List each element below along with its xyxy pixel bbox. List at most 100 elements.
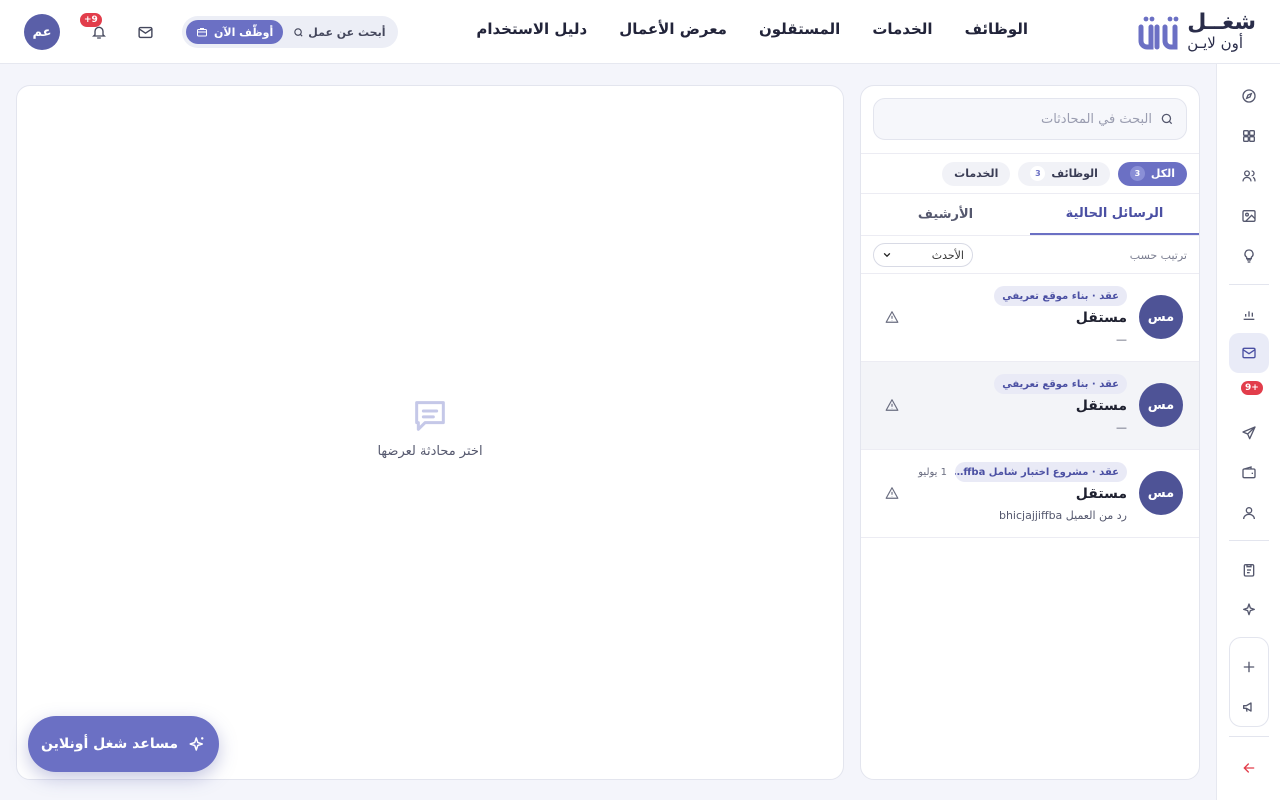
- user-avatar[interactable]: عم: [24, 14, 60, 50]
- conversation-name: مستقل: [1075, 486, 1127, 502]
- header-actions: عم +9 أوظّف الآن أبحث عن عمل: [24, 13, 398, 50]
- warning-icon[interactable]: [885, 486, 899, 500]
- assistant-button[interactable]: مساعد شغل أونلاين: [28, 716, 219, 772]
- arrow-left-icon: [1243, 763, 1255, 773]
- rail-explore[interactable]: [1229, 76, 1269, 116]
- clipboard-icon: [1243, 564, 1255, 577]
- nav-user-guide[interactable]: دليل الاستخدام: [476, 20, 587, 38]
- bar-chart-icon: [1243, 311, 1255, 320]
- send-icon: [1242, 426, 1256, 440]
- find-job-label: أبحث عن عمل: [308, 25, 386, 39]
- conversation-search-input[interactable]: [892, 111, 1152, 127]
- logo-mark-icon: [1138, 16, 1179, 49]
- sort-value: الأحدث: [931, 248, 964, 262]
- briefcase-icon: [197, 28, 207, 37]
- rail-announce[interactable]: [1229, 687, 1269, 727]
- conversation-item[interactable]: مس عقد · مشروع اختبار شامل ffba… 1 يوليو…: [861, 450, 1199, 538]
- tab-current-messages[interactable]: الرسائل الحالية: [1030, 194, 1199, 235]
- nav-portfolio[interactable]: معرض الأعمال: [619, 20, 727, 38]
- top-header: شغــل أون لايـن الوظائف الخدمات المستقلو…: [0, 0, 1280, 64]
- chat-panel: اختر محادثة لعرضها: [16, 85, 844, 780]
- side-rail: +9: [1216, 64, 1280, 800]
- rail-stats[interactable]: [1229, 294, 1269, 334]
- conversation-filters: الكل 3 الوظائف 3 الخدمات: [861, 153, 1199, 194]
- conversation-item[interactable]: مس عقد · بناء موقع تعريفي مستقل —: [861, 274, 1199, 362]
- rail-notifications[interactable]: +9: [1229, 370, 1269, 410]
- filter-services-label: الخدمات: [954, 167, 999, 180]
- rail-ai[interactable]: [1229, 590, 1269, 630]
- hire-now-button[interactable]: أوظّف الآن: [186, 20, 284, 44]
- search-icon: [1161, 113, 1173, 125]
- users-icon: [1242, 170, 1256, 182]
- warning-icon[interactable]: [885, 398, 899, 412]
- main-nav: الوظائف الخدمات المستقلون معرض الأعمال د…: [476, 20, 1028, 38]
- conversations-panel: الكل 3 الوظائف 3 الخدمات الرسائل الحالية…: [860, 85, 1200, 780]
- sort-label: ترتيب حسب: [1129, 248, 1187, 262]
- conversation-date: 1 يوليو: [918, 466, 947, 478]
- megaphone-icon: [1243, 702, 1252, 712]
- conversation-avatar: مس: [1139, 383, 1183, 427]
- chevron-down-icon: [883, 253, 891, 258]
- rail-dashboard[interactable]: [1229, 116, 1269, 156]
- rail-add[interactable]: [1229, 647, 1269, 687]
- rail-wallet[interactable]: [1229, 453, 1269, 493]
- rail-ideas[interactable]: [1229, 236, 1269, 276]
- conversation-preview: —: [1116, 333, 1127, 346]
- filter-all[interactable]: الكل 3: [1117, 161, 1187, 186]
- conversation-avatar: مس: [1139, 295, 1183, 339]
- messages-button[interactable]: [134, 21, 156, 43]
- conversation-preview: رد من العميل bhicjajjiffba: [998, 509, 1127, 522]
- rail-messages[interactable]: [1229, 333, 1269, 373]
- warning-icon[interactable]: [885, 310, 899, 324]
- chat-bubble-icon: [415, 401, 445, 431]
- brand-subname: أون لايـن: [1187, 34, 1244, 52]
- conversation-avatar: مس: [1139, 471, 1183, 515]
- contract-tag: عقد · بناء موقع تعريفي: [994, 286, 1127, 306]
- conversation-name: مستقل: [1075, 310, 1127, 326]
- rail-logout[interactable]: [1229, 748, 1269, 788]
- mail-icon: [1242, 347, 1256, 359]
- conversation-search: [873, 98, 1187, 140]
- contract-tag: عقد · بناء موقع تعريفي: [994, 374, 1127, 394]
- empty-state-text: اختر محادثة لعرضها: [377, 444, 483, 459]
- filter-jobs[interactable]: الوظائف 3: [1018, 161, 1110, 186]
- rail-notifications-badge: +9: [1241, 381, 1263, 395]
- role-toggle: أوظّف الآن أبحث عن عمل: [182, 16, 398, 48]
- rail-people[interactable]: [1229, 156, 1269, 196]
- nav-services[interactable]: الخدمات: [872, 20, 932, 38]
- rail-send[interactable]: [1229, 413, 1269, 453]
- mail-icon: [137, 26, 153, 38]
- conversation-list: مس عقد · بناء موقع تعريفي مستقل — مس عقد…: [861, 273, 1199, 538]
- rail-gallery[interactable]: [1229, 196, 1269, 236]
- filter-services[interactable]: الخدمات: [942, 161, 1011, 186]
- tab-archive[interactable]: الأرشيف: [861, 194, 1030, 235]
- conversation-item[interactable]: مس عقد · بناء موقع تعريفي مستقل —: [861, 362, 1199, 450]
- sparkle-icon: [189, 737, 204, 751]
- conversation-preview: —: [1116, 421, 1127, 434]
- hire-now-label: أوظّف الآن: [214, 25, 274, 39]
- brand-logo[interactable]: شغــل أون لايـن: [1137, 12, 1256, 51]
- filter-all-count: 3: [1129, 166, 1145, 181]
- lightbulb-icon: [1244, 249, 1254, 263]
- rail-profile[interactable]: [1229, 493, 1269, 533]
- rail-divider: [1229, 736, 1269, 737]
- filter-all-label: الكل: [1150, 167, 1175, 180]
- nav-jobs[interactable]: الوظائف: [965, 20, 1028, 38]
- wallet-icon: [1242, 466, 1256, 479]
- sort-row: ترتيب حسب الأحدث: [873, 242, 1187, 268]
- rail-tasks[interactable]: [1229, 550, 1269, 590]
- find-job-button[interactable]: أبحث عن عمل: [293, 26, 393, 39]
- sparkle-icon: [1243, 603, 1255, 616]
- notifications-button[interactable]: +9: [80, 13, 110, 43]
- sort-select[interactable]: الأحدث: [873, 243, 973, 267]
- compass-icon: [1242, 89, 1256, 103]
- brand-name: شغــل: [1187, 10, 1256, 35]
- conversation-tabs: الرسائل الحالية الأرشيف: [861, 194, 1199, 236]
- user-icon: [1243, 507, 1255, 520]
- image-icon: [1242, 210, 1256, 222]
- plus-icon: [1243, 661, 1255, 673]
- conversation-name: مستقل: [1075, 398, 1127, 414]
- filter-jobs-label: الوظائف: [1051, 167, 1098, 180]
- rail-divider: [1229, 284, 1269, 285]
- nav-freelancers[interactable]: المستقلون: [759, 20, 840, 38]
